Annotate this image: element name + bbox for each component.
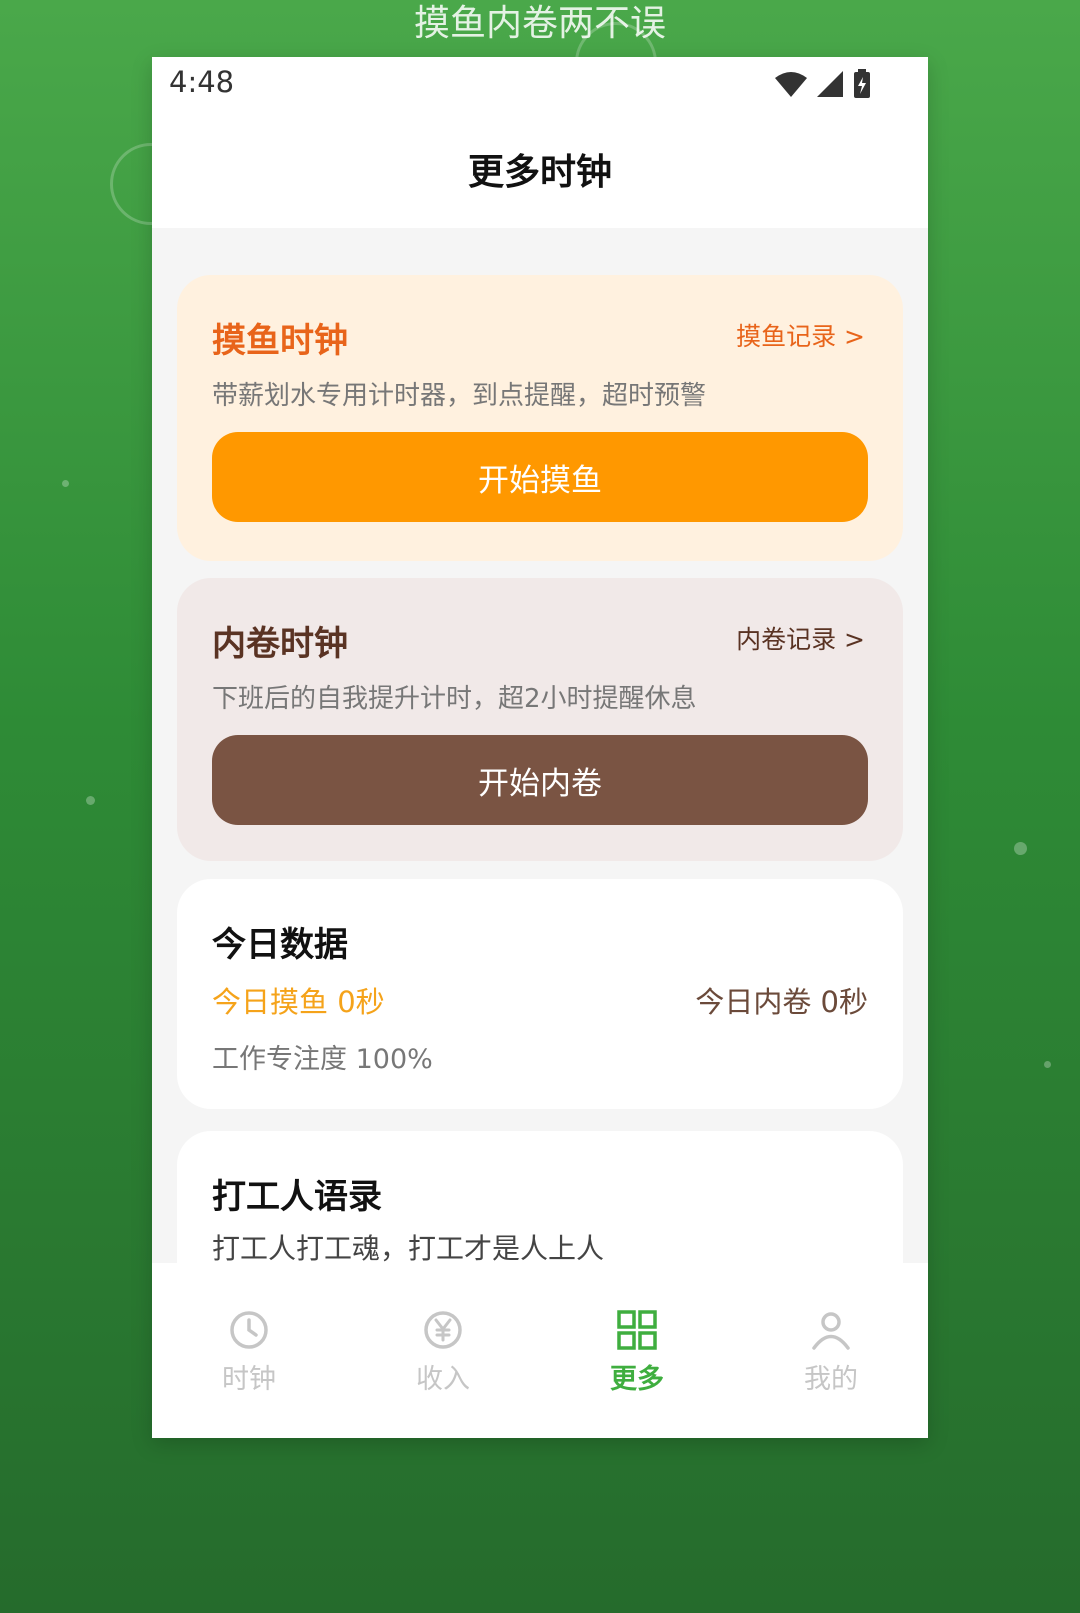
app-bar: 更多时钟 — [152, 113, 928, 228]
start-neijuan-button[interactable]: 开始内卷 — [212, 735, 868, 825]
tab-label: 收入 — [416, 1364, 470, 1395]
tab-clock[interactable]: 时钟 — [152, 1263, 346, 1438]
background-dot-decoration — [62, 480, 69, 487]
status-time: 4:48 — [169, 65, 235, 99]
grid-icon — [617, 1310, 657, 1350]
bottom-tab-bar: 时钟 收入 更多 我的 — [152, 1263, 928, 1438]
quote-text: 打工人打工魂，打工才是人上人 — [212, 1232, 605, 1265]
phone-screen: 4:48 更多时钟 摸鱼时钟 摸鱼记录 > 带薪划水专用计时器，到点提醒，超时预… — [152, 57, 928, 1438]
today-moyu-stat: 今日摸鱼 0秒 — [212, 985, 385, 1019]
tab-income[interactable]: 收入 — [346, 1263, 540, 1438]
status-icons — [774, 69, 872, 99]
neijuan-card-title: 内卷时钟 — [212, 624, 348, 664]
moyu-card-title: 摸鱼时钟 — [212, 321, 348, 361]
today-card-title: 今日数据 — [212, 925, 348, 965]
tab-label: 时钟 — [222, 1364, 276, 1395]
neijuan-clock-card: 内卷时钟 内卷记录 > 下班后的自我提升计时，超2小时提醒休息 开始内卷 — [177, 578, 903, 861]
page-title: 更多时钟 — [467, 152, 612, 193]
tab-label: 我的 — [804, 1364, 858, 1395]
moyu-card-description: 带薪划水专用计时器，到点提醒，超时预警 — [212, 381, 707, 411]
background-dot-decoration — [1044, 1061, 1051, 1068]
neijuan-card-description: 下班后的自我提升计时，超2小时提醒休息 — [212, 684, 697, 714]
today-neijuan-stat: 今日内卷 0秒 — [695, 985, 868, 1019]
tab-label: 更多 — [610, 1364, 664, 1395]
signal-icon — [817, 71, 843, 97]
status-bar: 4:48 — [152, 57, 928, 113]
clock-icon — [230, 1311, 268, 1349]
today-data-card: 今日数据 今日摸鱼 0秒 今日内卷 0秒 工作专注度 100% — [177, 879, 903, 1109]
moyu-clock-card: 摸鱼时钟 摸鱼记录 > 带薪划水专用计时器，到点提醒，超时预警 开始摸鱼 — [177, 275, 903, 561]
background-dot-decoration — [86, 796, 95, 805]
moyu-records-link[interactable]: 摸鱼记录 > — [736, 317, 865, 353]
yen-icon — [424, 1311, 462, 1349]
start-moyu-button[interactable]: 开始摸鱼 — [212, 432, 868, 522]
quote-card-title: 打工人语录 — [212, 1177, 382, 1217]
background-dot-decoration — [1014, 842, 1027, 855]
wifi-icon — [775, 72, 807, 97]
battery-icon — [854, 69, 870, 98]
tab-more[interactable]: 更多 — [540, 1263, 734, 1438]
background-slogan: 摸鱼内卷两不误 — [413, 3, 666, 44]
user-icon — [812, 1312, 850, 1350]
neijuan-records-link[interactable]: 内卷记录 > — [736, 620, 865, 656]
work-focus-stat: 工作专注度 100% — [212, 1044, 433, 1075]
tab-profile[interactable]: 我的 — [734, 1263, 928, 1438]
